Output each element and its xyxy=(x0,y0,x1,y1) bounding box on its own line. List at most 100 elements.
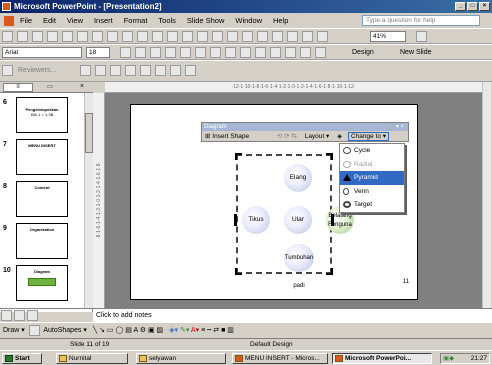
menu-item-radial[interactable]: Radial xyxy=(340,158,404,172)
tab-outline[interactable]: ▭ xyxy=(36,83,64,92)
side-handle[interactable] xyxy=(234,214,237,226)
cut-icon[interactable] xyxy=(122,31,133,42)
italic-icon[interactable] xyxy=(135,47,146,58)
slide-thumbnail[interactable]: Pengelompokkan Klik 1 = 1,3B xyxy=(16,97,68,133)
dash-style-icon[interactable]: ┅ xyxy=(207,327,211,334)
font-color-icon[interactable] xyxy=(315,47,326,58)
oval-icon[interactable]: ◯ xyxy=(115,327,123,334)
decrease-indent-icon[interactable] xyxy=(285,47,296,58)
menu-tools[interactable]: Tools xyxy=(158,16,176,25)
print-preview-icon[interactable] xyxy=(92,31,103,42)
close-icon[interactable]: ▾ × xyxy=(396,123,404,131)
diagram-node-left[interactable]: Tikus xyxy=(242,206,270,234)
autoformat-icon[interactable]: ◈ xyxy=(337,133,342,140)
apply-icon[interactable] xyxy=(110,65,121,76)
print-icon[interactable] xyxy=(77,31,88,42)
reviewing-icon[interactable] xyxy=(2,65,13,76)
resize-handle[interactable] xyxy=(235,153,242,160)
notes-pane[interactable]: Click to add notes xyxy=(93,308,492,322)
edit-comment-icon[interactable] xyxy=(155,65,166,76)
hyperlink-icon[interactable] xyxy=(257,31,268,42)
spelling-icon[interactable] xyxy=(107,31,118,42)
font-size-select[interactable]: 18 xyxy=(86,47,110,58)
new-slide-button[interactable]: New Slide xyxy=(400,46,432,59)
clipart-icon[interactable]: ▣ xyxy=(148,327,155,334)
numbering-icon[interactable] xyxy=(225,47,236,58)
picture-icon[interactable]: ▨ xyxy=(157,327,164,334)
undo-icon[interactable] xyxy=(182,31,193,42)
menu-item-cycle[interactable]: Cycle xyxy=(340,144,404,158)
reviewers-button[interactable]: Reviewers... xyxy=(18,65,57,76)
arrow-style-icon[interactable]: ⇄ xyxy=(213,327,219,334)
resize-handle[interactable] xyxy=(235,268,242,275)
resize-handle[interactable] xyxy=(326,268,333,275)
expand-all-icon[interactable] xyxy=(272,31,283,42)
slide-thumbnail[interactable]: Diagram xyxy=(16,265,68,301)
rectangle-icon[interactable]: ▭ xyxy=(107,327,114,334)
draw-menu[interactable]: Draw ▾ xyxy=(3,327,25,334)
open-icon[interactable] xyxy=(17,31,28,42)
align-left-icon[interactable] xyxy=(180,47,191,58)
insert-shape-button[interactable]: ⊞ Insert Shape xyxy=(205,133,249,140)
menu-file[interactable]: File xyxy=(20,16,32,25)
move-shape-icon[interactable]: ⟲ ⟳ ⇆ xyxy=(277,133,297,140)
format-painter-icon[interactable] xyxy=(167,31,178,42)
line-color-icon[interactable]: ✎▾ xyxy=(180,327,189,334)
increase-indent-icon[interactable] xyxy=(300,47,311,58)
change-to-button[interactable]: Change to ▾ xyxy=(347,132,390,141)
menu-insert[interactable]: Insert xyxy=(94,16,113,25)
zoom-select[interactable]: 41% xyxy=(370,31,406,42)
taskbar-item[interactable]: Nurnital xyxy=(56,353,128,364)
unapply-icon[interactable] xyxy=(125,65,136,76)
paste-icon[interactable] xyxy=(152,31,163,42)
shadow-icon[interactable] xyxy=(165,47,176,58)
wordart-icon[interactable]: A xyxy=(133,327,137,334)
menu-edit[interactable]: Edit xyxy=(43,16,56,25)
font-color-draw-icon[interactable]: A▾ xyxy=(191,327,199,334)
grid-icon[interactable] xyxy=(302,31,313,42)
diagram-frame[interactable]: Elang Tikus Ular Belalang Fenguna Tumbuh… xyxy=(234,153,354,289)
show-formatting-icon[interactable] xyxy=(287,31,298,42)
layout-button[interactable]: Layout ▾ xyxy=(305,133,330,140)
shadow-style-icon[interactable]: ■ xyxy=(221,327,225,334)
slide-show-icon[interactable] xyxy=(27,310,38,321)
insert-chart-icon[interactable] xyxy=(212,31,223,42)
diagram-node-center[interactable]: Ular xyxy=(284,206,312,234)
slide-thumbnail[interactable]: MENU INSERT xyxy=(16,139,68,175)
align-right-icon[interactable] xyxy=(210,47,221,58)
menu-window[interactable]: Window xyxy=(235,16,262,25)
menu-help[interactable]: Help xyxy=(273,16,288,25)
decrease-font-icon[interactable] xyxy=(270,47,281,58)
autoshapes-menu[interactable]: AutoShapes ▾ xyxy=(43,327,87,334)
line-style-icon[interactable]: ≡ xyxy=(201,327,205,334)
insert-comment-icon[interactable] xyxy=(140,65,151,76)
reviewing-pane-icon[interactable] xyxy=(185,65,196,76)
email-icon[interactable] xyxy=(62,31,73,42)
normal-view-icon[interactable] xyxy=(1,310,12,321)
copy-icon[interactable] xyxy=(137,31,148,42)
redo-icon[interactable] xyxy=(197,31,208,42)
scroll-thumb[interactable] xyxy=(85,113,93,153)
close-button[interactable]: × xyxy=(479,2,490,11)
menu-view[interactable]: View xyxy=(67,16,83,25)
next-item-icon[interactable] xyxy=(95,65,106,76)
menu-item-pyramid[interactable]: Pyramid xyxy=(340,171,404,185)
menu-format[interactable]: Format xyxy=(124,16,148,25)
taskbar-item[interactable]: selyawan xyxy=(136,353,226,364)
select-objects-icon[interactable] xyxy=(28,324,40,336)
previous-item-icon[interactable] xyxy=(80,65,91,76)
resize-handle[interactable] xyxy=(326,153,333,160)
textbox-icon[interactable]: ▤ xyxy=(125,327,132,334)
ask-question-input[interactable]: Type a question for help xyxy=(362,15,480,26)
document-icon[interactable] xyxy=(4,16,14,27)
thumbnail-scrollbar[interactable] xyxy=(84,93,93,308)
tray-icons[interactable]: ▣◆ xyxy=(443,354,454,363)
taskbar-item[interactable]: MENU INSERT - Micros... xyxy=(232,353,328,364)
fill-color-icon[interactable]: ◈▾ xyxy=(169,327,178,334)
help-icon[interactable] xyxy=(416,31,427,42)
start-button[interactable]: Start xyxy=(2,353,42,364)
increase-font-icon[interactable] xyxy=(255,47,266,58)
menu-item-venn[interactable]: Venn xyxy=(340,185,404,199)
taskbar-item-active[interactable]: Microsoft PowerPoi... xyxy=(332,353,432,364)
slide-sorter-icon[interactable] xyxy=(14,310,25,321)
